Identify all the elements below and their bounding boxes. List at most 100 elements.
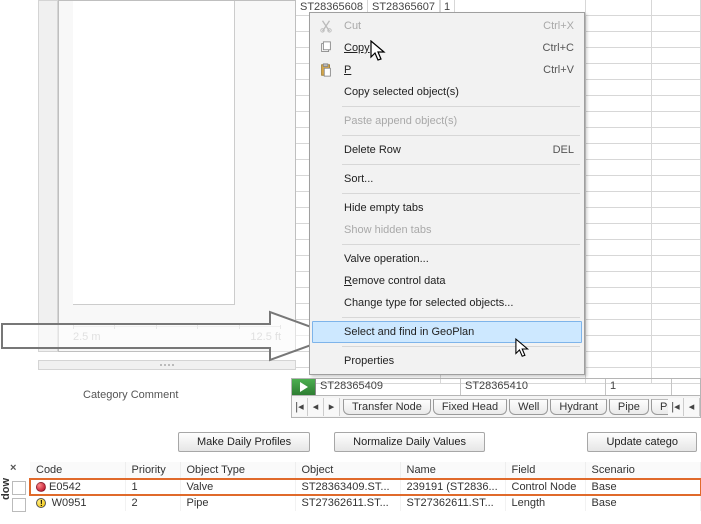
context-menu: Cut Ctrl+X Copy Ctrl+C P Ctrl+V Copy sel… bbox=[309, 12, 585, 375]
ctx-change-type[interactable]: Change type for selected objects... bbox=[312, 292, 582, 314]
button-row: Make Daily Profiles Normalize Daily Valu… bbox=[178, 430, 701, 454]
ctx-copy-selected[interactable]: Copy selected object(s) bbox=[312, 81, 582, 103]
tab-nav-prev[interactable]: ◂ bbox=[308, 398, 324, 416]
cell-object: ST28363409.ST... bbox=[295, 479, 400, 496]
tab-fixed-head[interactable]: Fixed Head bbox=[433, 399, 507, 415]
ctx-cut-label: Cut bbox=[344, 20, 361, 32]
ruler-left-label: 2.5 m bbox=[73, 331, 101, 343]
cell-field: Length bbox=[505, 495, 585, 511]
ctx-properties[interactable]: Properties bbox=[312, 350, 582, 372]
tab-well[interactable]: Well bbox=[509, 399, 548, 415]
left-gutter bbox=[38, 0, 58, 352]
ruler-right-label: 12.5 ft bbox=[250, 331, 281, 343]
th-scenario[interactable]: Scenario bbox=[585, 462, 701, 479]
th-name[interactable]: Name bbox=[400, 462, 505, 479]
ctx-show-hidden-label: Show hidden tabs bbox=[344, 224, 431, 236]
paste-icon bbox=[317, 61, 335, 79]
ctx-delete-row[interactable]: Delete Row DEL bbox=[312, 139, 582, 161]
update-catego-button[interactable]: Update catego bbox=[587, 432, 697, 452]
ctx-paste-append: Paste append object(s) bbox=[312, 110, 582, 132]
ctx-remove-control-data[interactable]: Remove control data bbox=[312, 270, 582, 292]
table-row[interactable]: !W0951 2 Pipe ST27362611.ST... ST2736261… bbox=[30, 495, 701, 511]
tab-nav-first[interactable]: |◂ bbox=[292, 398, 308, 416]
docked-window-label: dow bbox=[0, 478, 12, 500]
ctx-change-type-label: Change type for selected objects... bbox=[344, 297, 513, 309]
separator bbox=[342, 164, 580, 165]
row-handle[interactable] bbox=[12, 498, 26, 512]
cell-field: Control Node bbox=[505, 479, 585, 496]
th-priority[interactable]: Priority bbox=[125, 462, 180, 479]
ctx-hide-empty-label: Hide empty tabs bbox=[344, 202, 423, 214]
table-header-row: Code Priority Object Type Object Name Fi… bbox=[30, 462, 701, 479]
separator bbox=[342, 193, 580, 194]
row-handle[interactable] bbox=[12, 481, 26, 495]
ctx-cut: Cut Ctrl+X bbox=[312, 15, 582, 37]
ctx-copy[interactable]: Copy Ctrl+C bbox=[312, 37, 582, 59]
tab-hydrant[interactable]: Hydrant bbox=[550, 399, 607, 415]
ctx-paste[interactable]: P Ctrl+V bbox=[312, 59, 582, 81]
tabs-container: Transfer Node Fixed Head Well Hydrant Pi… bbox=[340, 398, 668, 415]
ctx-valve-operation[interactable]: Valve operation... bbox=[312, 248, 582, 270]
normalize-daily-values-button[interactable]: Normalize Daily Values bbox=[334, 432, 485, 452]
ctx-paste-shortcut: Ctrl+V bbox=[543, 64, 574, 76]
category-comment-label: Category Comment bbox=[83, 389, 178, 401]
cell-scenario: Base bbox=[585, 479, 701, 496]
record-nav-strip: ST28365409 ST28365410 1 bbox=[291, 378, 701, 396]
cell-priority: 1 bbox=[125, 479, 180, 496]
cell-name: 239191 (ST2836... bbox=[400, 479, 505, 496]
tab-transfer-node[interactable]: Transfer Node bbox=[343, 399, 431, 415]
ctx-sort-label: Sort... bbox=[344, 173, 373, 185]
ctx-sort[interactable]: Sort... bbox=[312, 168, 582, 190]
ctx-valve-op-label: Valve operation... bbox=[344, 253, 429, 265]
error-icon bbox=[36, 482, 46, 492]
make-daily-profiles-button[interactable]: Make Daily Profiles bbox=[178, 432, 310, 452]
cell-code: W0951 bbox=[52, 497, 87, 509]
cell-priority: 2 bbox=[125, 495, 180, 511]
separator bbox=[342, 317, 580, 318]
tab-pipe[interactable]: Pipe bbox=[609, 399, 649, 415]
separator bbox=[342, 135, 580, 136]
splitter[interactable] bbox=[38, 360, 296, 370]
th-object[interactable]: Object bbox=[295, 462, 400, 479]
tab-nav-next[interactable]: ▸ bbox=[324, 398, 340, 416]
table-row[interactable]: E0542 1 Valve ST28363409.ST... 239191 (S… bbox=[30, 479, 701, 496]
ctx-cut-shortcut: Ctrl+X bbox=[543, 20, 574, 32]
ctx-paste-append-label: Paste append object(s) bbox=[344, 115, 457, 127]
th-field[interactable]: Field bbox=[505, 462, 585, 479]
separator bbox=[342, 346, 580, 347]
ruler: 2.5 m 12.5 ft bbox=[73, 331, 281, 343]
cell-otype: Valve bbox=[180, 479, 295, 496]
cell-name: ST27362611.ST... bbox=[400, 495, 505, 511]
th-code[interactable]: Code bbox=[30, 462, 125, 479]
ctx-select-find-label: Select and find in GeoPlan bbox=[344, 326, 474, 338]
ruler-marks bbox=[73, 325, 281, 329]
cell-object: ST27362611.ST... bbox=[295, 495, 400, 511]
ctx-copy-shortcut: Ctrl+C bbox=[543, 42, 574, 54]
tab-nav-prev2[interactable]: |◂ bbox=[668, 398, 684, 416]
ctx-select-find-geoplan[interactable]: Select and find in GeoPlan bbox=[312, 321, 582, 343]
ctx-remove-ctrl-label: Remove control data bbox=[344, 275, 446, 287]
ctx-copy-selected-label: Copy selected object(s) bbox=[344, 86, 459, 98]
grid-cell[interactable]: ST28365410 bbox=[461, 379, 606, 395]
play-button[interactable] bbox=[292, 379, 316, 395]
cell-scenario: Base bbox=[585, 495, 701, 511]
separator bbox=[342, 244, 580, 245]
ctx-show-hidden-tabs: Show hidden tabs bbox=[312, 219, 582, 241]
tab-nav-next2[interactable]: ◂ bbox=[684, 398, 700, 416]
cell-code: E0542 bbox=[49, 481, 81, 493]
cut-icon bbox=[317, 17, 335, 35]
copy-icon bbox=[317, 39, 335, 57]
preview-panel: 2.5 m 12.5 ft bbox=[58, 0, 296, 352]
grid-cell[interactable]: ST28365409 bbox=[316, 379, 461, 395]
tab-pump-station[interactable]: Pump Station bbox=[651, 399, 668, 415]
th-object-type[interactable]: Object Type bbox=[180, 462, 295, 479]
close-panel-button[interactable]: × bbox=[10, 462, 16, 474]
ctx-copy-label: Copy bbox=[344, 42, 370, 54]
ctx-hide-empty-tabs[interactable]: Hide empty tabs bbox=[312, 197, 582, 219]
ctx-delete-row-shortcut: DEL bbox=[553, 144, 574, 156]
ctx-paste-label: P bbox=[344, 64, 351, 76]
results-table: Code Priority Object Type Object Name Fi… bbox=[30, 462, 701, 511]
separator bbox=[342, 106, 580, 107]
grid-cell[interactable]: 1 bbox=[606, 379, 672, 395]
ctx-properties-label: Properties bbox=[344, 355, 394, 367]
